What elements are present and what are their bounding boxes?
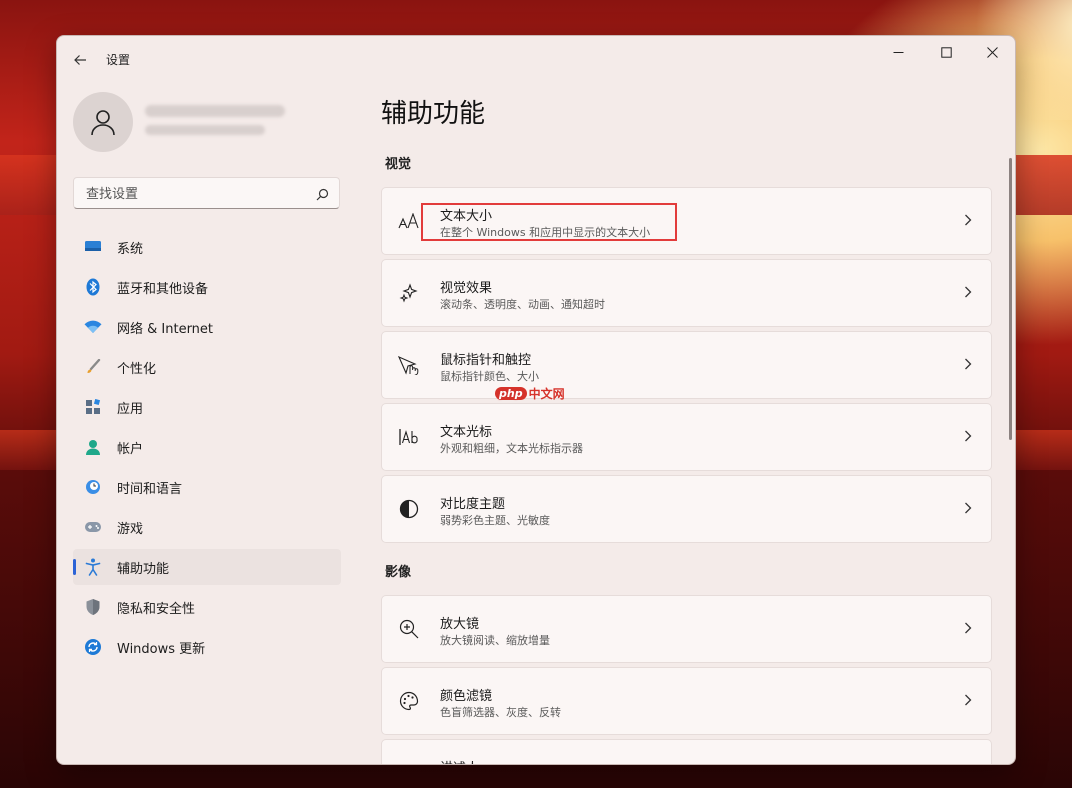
text-size-icon bbox=[398, 210, 420, 232]
apps-icon bbox=[83, 397, 103, 417]
card-subtitle: 色盲筛选器、灰度、反转 bbox=[440, 706, 561, 719]
scrollbar-thumb[interactable] bbox=[1009, 158, 1012, 440]
monitor-icon bbox=[83, 237, 103, 257]
card-subtitle: 放大镜阅读、缩放增量 bbox=[440, 634, 550, 647]
card-subtitle: 鼠标指针颜色、大小 bbox=[440, 370, 539, 383]
sidebar-nav: 系统 蓝牙和其他设备 网络 & Internet 个性化 应用 帐户 时间和语言 bbox=[73, 229, 341, 669]
sidebar-item-network[interactable]: 网络 & Internet bbox=[73, 309, 341, 345]
account-icon bbox=[83, 437, 103, 457]
sidebar-item-label: 个性化 bbox=[117, 361, 157, 377]
sidebar-item-label: 游戏 bbox=[117, 521, 144, 537]
clock-globe-icon bbox=[83, 477, 103, 497]
app-title: 设置 bbox=[106, 53, 131, 67]
back-arrow-icon bbox=[74, 55, 86, 65]
sidebar-item-system[interactable]: 系统 bbox=[73, 229, 341, 265]
narrator-icon bbox=[398, 762, 420, 764]
avatar bbox=[73, 92, 133, 152]
gamepad-icon bbox=[83, 517, 103, 537]
card-subtitle: 外观和粗细，文本光标指示器 bbox=[440, 442, 583, 455]
card-title: 对比度主题 bbox=[440, 497, 506, 512]
card-visual-effects[interactable]: 视觉效果 滚动条、透明度、动画、通知超时 bbox=[381, 259, 992, 327]
sidebar-item-label: 隐私和安全性 bbox=[117, 601, 196, 617]
update-icon bbox=[83, 637, 103, 657]
sidebar-item-windows-update[interactable]: Windows 更新 bbox=[73, 629, 341, 665]
bluetooth-icon bbox=[83, 277, 103, 297]
chevron-right-icon bbox=[961, 500, 975, 516]
search-icon[interactable] bbox=[316, 186, 329, 205]
search-box[interactable] bbox=[73, 177, 340, 210]
person-icon bbox=[91, 110, 115, 136]
sidebar-item-label: 应用 bbox=[117, 401, 144, 417]
card-mouse-pointer-touch[interactable]: 鼠标指针和触控 鼠标指针颜色、大小 bbox=[381, 331, 992, 399]
card-color-filters[interactable]: 颜色滤镜 色盲筛选器、灰度、反转 bbox=[381, 667, 992, 735]
card-subtitle: 弱势彩色主题、光敏度 bbox=[440, 514, 550, 527]
card-title: 放大镜 bbox=[440, 617, 480, 632]
card-text-size[interactable]: 文本大小 在整个 Windows 和应用中显示的文本大小 bbox=[381, 187, 992, 255]
card-text-cursor[interactable]: 文本光标 外观和粗细，文本光标指示器 bbox=[381, 403, 992, 471]
sidebar-item-apps[interactable]: 应用 bbox=[73, 389, 341, 425]
pointer-icon bbox=[398, 354, 420, 376]
brush-icon bbox=[83, 357, 103, 377]
page-title: 辅助功能 bbox=[381, 99, 486, 129]
chevron-right-icon bbox=[961, 692, 975, 708]
magnifier-icon bbox=[398, 618, 420, 640]
sidebar-item-time-language[interactable]: 时间和语言 bbox=[73, 469, 341, 505]
section-title-imaging: 影像 bbox=[385, 565, 412, 580]
wifi-icon bbox=[83, 317, 103, 337]
chevron-right-icon bbox=[961, 212, 975, 228]
palette-icon bbox=[398, 690, 420, 712]
sparkle-icon bbox=[398, 282, 420, 304]
sidebar-item-gaming[interactable]: 游戏 bbox=[73, 509, 341, 545]
card-title: 讲述人 bbox=[440, 757, 479, 764]
back-button[interactable] bbox=[69, 49, 91, 71]
profile-email-redacted bbox=[145, 125, 265, 135]
sidebar-item-label: 网络 & Internet bbox=[117, 321, 214, 337]
shield-icon bbox=[83, 597, 103, 617]
search-input[interactable] bbox=[84, 178, 308, 210]
sidebar-item-label: 时间和语言 bbox=[117, 481, 183, 497]
chevron-right-icon bbox=[961, 284, 975, 300]
contrast-icon bbox=[398, 498, 420, 520]
card-magnifier[interactable]: 放大镜 放大镜阅读、缩放增量 bbox=[381, 595, 992, 663]
user-profile[interactable] bbox=[73, 92, 343, 154]
watermark-badge: php bbox=[495, 387, 527, 400]
sidebar-item-label: 帐户 bbox=[117, 441, 144, 457]
highlight-box bbox=[421, 203, 677, 241]
profile-name-redacted bbox=[145, 105, 285, 117]
chevron-right-icon bbox=[961, 428, 975, 444]
sidebar-item-label: 辅助功能 bbox=[117, 561, 170, 577]
sidebar-item-accounts[interactable]: 帐户 bbox=[73, 429, 341, 465]
accessibility-icon bbox=[83, 557, 103, 577]
card-subtitle: 滚动条、透明度、动画、通知超时 bbox=[440, 298, 605, 311]
card-title: 鼠标指针和触控 bbox=[440, 353, 532, 368]
sidebar-item-accessibility[interactable]: 辅助功能 bbox=[73, 549, 341, 585]
card-title: 颜色滤镜 bbox=[440, 689, 493, 704]
chevron-right-icon bbox=[961, 620, 975, 636]
watermark-text: 中文网 bbox=[528, 387, 565, 401]
card-title: 视觉效果 bbox=[440, 281, 493, 296]
card-contrast-themes[interactable]: 对比度主题 弱势彩色主题、光敏度 bbox=[381, 475, 992, 543]
card-narrator[interactable]: 讲述人 bbox=[381, 739, 992, 764]
sidebar-item-privacy[interactable]: 隐私和安全性 bbox=[73, 589, 341, 625]
sidebar-item-label: Windows 更新 bbox=[117, 641, 206, 657]
sidebar-item-label: 系统 bbox=[117, 241, 144, 257]
chevron-right-icon bbox=[961, 356, 975, 372]
sidebar-item-bluetooth[interactable]: 蓝牙和其他设备 bbox=[73, 269, 341, 305]
watermark: php 中文网 bbox=[495, 385, 565, 402]
sidebar-item-personalization[interactable]: 个性化 bbox=[73, 349, 341, 385]
card-title: 文本光标 bbox=[440, 425, 493, 440]
text-cursor-icon bbox=[398, 426, 420, 448]
section-title-vision: 视觉 bbox=[385, 157, 412, 172]
sidebar-item-label: 蓝牙和其他设备 bbox=[117, 281, 209, 297]
main-content: 辅助功能 视觉 文本大小 在整个 Windows 和应用中显示的文本大小 视觉效… bbox=[379, 36, 999, 764]
